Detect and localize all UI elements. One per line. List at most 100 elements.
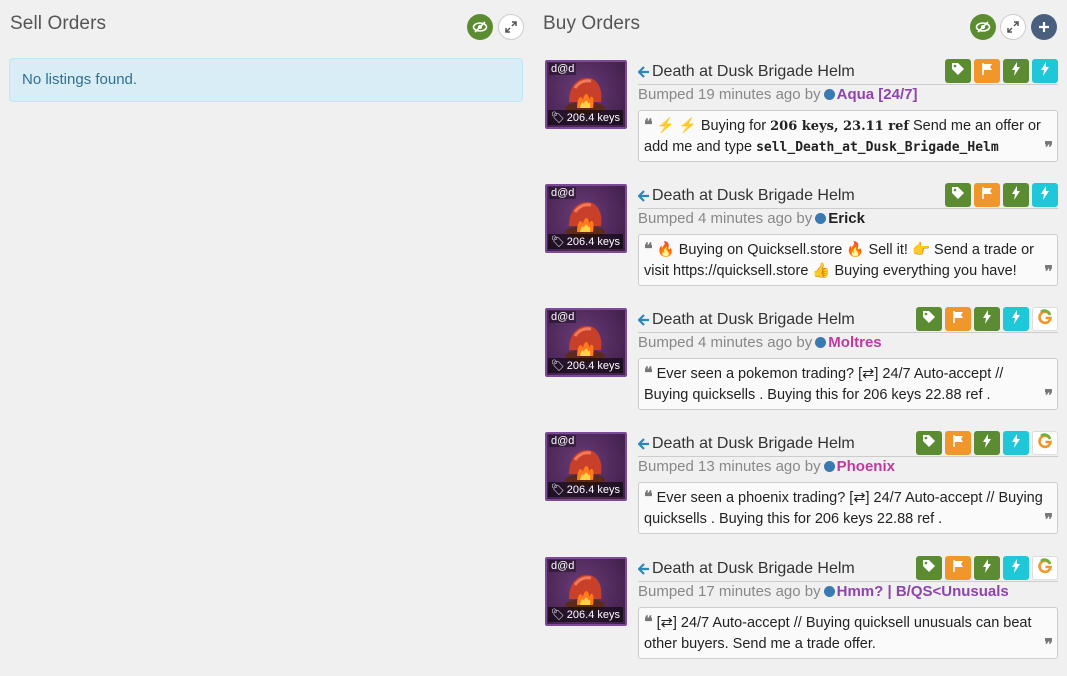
bump-info: Bumped 19 minutes ago by Aqua [24/7] [638, 86, 918, 103]
bolt-button[interactable] [1003, 431, 1029, 455]
toggle-visibility-button[interactable] [970, 14, 996, 40]
bolt-icon [982, 558, 992, 578]
buy-orders-title: Buy Orders [543, 13, 641, 34]
tag-button[interactable] [945, 183, 971, 207]
bolt-button[interactable] [1032, 183, 1058, 207]
listing-item: d@d 🏷 206.4 keys Death at Dusk Brigade He… [545, 307, 1065, 418]
bolt-button[interactable] [1032, 59, 1058, 83]
tag-icon [951, 62, 965, 81]
item-name[interactable]: Death at Dusk Brigade Helm [652, 63, 855, 81]
bolt-button[interactable] [974, 307, 1000, 331]
listing-badges [916, 556, 1058, 580]
listing-title-row: Death at Dusk Brigade Helm [638, 59, 1058, 85]
g-button[interactable] [1032, 431, 1058, 455]
flag-button[interactable] [974, 59, 1000, 83]
listing-message: ❝ Ever seen a pokemon trading? [⇄] 24/7 … [638, 358, 1058, 410]
item-name[interactable]: Death at Dusk Brigade Helm [652, 435, 855, 453]
listing-item: d@d 🏷 206.4 keys Death at Dusk Brigade He… [545, 183, 1065, 294]
item-thumbnail[interactable]: d@d 🏷 206.4 keys [545, 60, 627, 129]
arrow-left-icon[interactable] [638, 66, 650, 78]
listing-message: ❝ [⇄] 24/7 Auto-accept // Buying quickse… [638, 607, 1058, 659]
listing-badges [945, 183, 1058, 207]
flag-button[interactable] [974, 183, 1000, 207]
bolt-icon [1040, 61, 1050, 81]
quote-close-icon: ❞ [1044, 264, 1053, 281]
bolt-button[interactable] [974, 556, 1000, 580]
arrow-left-icon[interactable] [638, 190, 650, 202]
flag-button[interactable] [945, 431, 971, 455]
expand-icon [1007, 21, 1019, 33]
tag-button[interactable] [916, 556, 942, 580]
item-price-badge: 🏷 206.4 keys [547, 482, 623, 497]
user-link[interactable]: Moltres [828, 334, 881, 351]
toggle-visibility-button[interactable] [467, 14, 493, 40]
user-link[interactable]: Hmm? | B/QS<Unusuals [837, 583, 1009, 600]
tag-icon: 🏷 [550, 360, 565, 372]
tag-icon [922, 310, 936, 329]
online-status-icon [823, 586, 835, 597]
bolt-icon [1011, 558, 1021, 578]
flag-icon [981, 62, 993, 81]
flag-icon [952, 434, 964, 453]
tag-icon [922, 559, 936, 578]
bump-info: Bumped 4 minutes ago by Moltres [638, 334, 882, 351]
item-name[interactable]: Death at Dusk Brigade Helm [652, 560, 855, 578]
expand-icon [505, 21, 517, 33]
item-thumbnail[interactable]: d@d 🏷 206.4 keys [545, 432, 627, 501]
listing-message: ❝ 🔥 Buying on Quicksell.store 🔥 Sell it!… [638, 234, 1058, 286]
bump-info: Bumped 17 minutes ago by Hmm? | B/QS<Unus… [638, 583, 1009, 600]
item-thumbnail[interactable]: d@d 🏷 206.4 keys [545, 308, 627, 377]
bolt-button[interactable] [1003, 183, 1029, 207]
bolt-icon [1011, 185, 1021, 205]
add-listing-button[interactable] [1031, 14, 1057, 40]
tag-icon: 🏷 [550, 609, 565, 621]
user-link[interactable]: Aqua [24/7] [837, 86, 918, 103]
bolt-button[interactable] [1003, 307, 1029, 331]
listing-item: d@d 🏷 206.4 keys Death at Dusk Brigade He… [545, 431, 1065, 542]
bolt-icon [1011, 309, 1021, 329]
g-icon [1037, 308, 1053, 330]
bolt-icon [982, 309, 992, 329]
tag-icon: 🏷 [550, 236, 565, 248]
g-button[interactable] [1032, 307, 1058, 331]
listing-title-row: Death at Dusk Brigade Helm [638, 307, 1058, 333]
item-thumbnail[interactable]: d@d 🏷 206.4 keys [545, 184, 627, 253]
expand-button[interactable] [498, 14, 524, 40]
tag-button[interactable] [916, 307, 942, 331]
no-listings-alert: No listings found. [9, 58, 523, 102]
bolt-button[interactable] [1003, 59, 1029, 83]
eye-slash-icon [975, 21, 991, 33]
g-icon [1037, 432, 1053, 454]
user-link[interactable]: Phoenix [837, 458, 895, 475]
quote-open-icon: ❝ [644, 489, 653, 506]
bump-info: Bumped 4 minutes ago by Erick [638, 210, 865, 227]
tag-button[interactable] [916, 431, 942, 455]
listing-message: ❝ Ever seen a phoenix trading? [⇄] 24/7 … [638, 482, 1058, 534]
g-button[interactable] [1032, 556, 1058, 580]
eye-slash-icon [472, 21, 488, 33]
bolt-button[interactable] [974, 431, 1000, 455]
tag-button[interactable] [945, 59, 971, 83]
tag-icon [922, 434, 936, 453]
arrow-left-icon[interactable] [638, 438, 650, 450]
flag-button[interactable] [945, 307, 971, 331]
bump-info: Bumped 13 minutes ago by Phoenix [638, 458, 895, 475]
g-icon [1037, 557, 1053, 579]
flag-icon [952, 310, 964, 329]
listing-item: d@d 🏷 206.4 keys Death at Dusk Brigade He… [545, 556, 1065, 667]
bolt-button[interactable] [1003, 556, 1029, 580]
arrow-left-icon[interactable] [638, 563, 650, 575]
bolt-icon [1040, 185, 1050, 205]
item-price-badge: 🏷 206.4 keys [547, 607, 623, 622]
lightning-icon: ⚡ [656, 118, 675, 134]
expand-button[interactable] [1000, 14, 1026, 40]
listing-message: ❝ ⚡ ⚡ Buying for 206 keys, 23.11 ref Sen… [638, 110, 1058, 162]
flag-button[interactable] [945, 556, 971, 580]
item-name[interactable]: Death at Dusk Brigade Helm [652, 311, 855, 329]
flag-icon [981, 186, 993, 205]
item-thumbnail[interactable]: d@d 🏷 206.4 keys [545, 557, 627, 626]
user-link[interactable]: Erick [828, 210, 865, 227]
item-name[interactable]: Death at Dusk Brigade Helm [652, 187, 855, 205]
arrow-left-icon[interactable] [638, 314, 650, 326]
plus-icon [1039, 22, 1049, 32]
